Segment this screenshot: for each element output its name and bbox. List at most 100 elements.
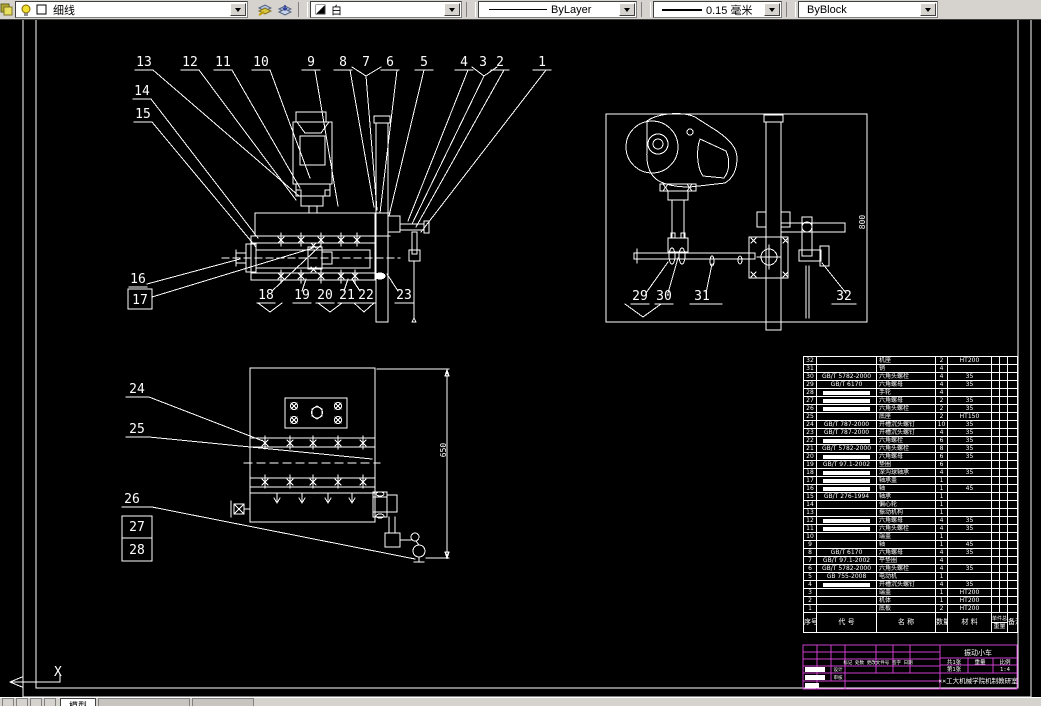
bom-header-name: 名 称 — [876, 612, 936, 633]
linetype-combo-arrow[interactable] — [619, 3, 635, 16]
callout-label: 3 — [479, 55, 487, 70]
bom-header-qty: 数量 — [935, 612, 948, 633]
bom-row: 6 GB/T 5782-2000 六角头螺栓 4 35 — [803, 564, 1018, 573]
tab-model[interactable]: 模型 — [60, 698, 97, 706]
bom-row: 28 手轮 4 — [803, 388, 1018, 397]
callout-label: 20 — [317, 288, 333, 303]
callout-label: 27 — [129, 520, 145, 535]
bom-row: 11 六角头螺栓 4 35 — [803, 524, 1018, 533]
titleblock-title: 振动小车 — [964, 648, 992, 657]
bom-row: 16 轴 1 45 — [803, 484, 1018, 493]
titleblock-left-row: 标记 处数 更改文件号 签字 日期 — [843, 659, 913, 666]
toolbar-separator — [298, 2, 308, 17]
bom-row: 10 端盖 1 — [803, 532, 1018, 541]
bom-header-material: 材 料 — [947, 612, 992, 633]
layer-name: 细线 — [53, 4, 75, 17]
previous-layer-button[interactable] — [274, 1, 294, 18]
titleblock-scale-value: 1:4 — [1000, 667, 1011, 673]
color-combo-arrow[interactable] — [444, 3, 460, 16]
bom-row: 13 振动机构 1 — [803, 508, 1018, 517]
toolbar-separator — [786, 2, 796, 17]
make-object-layer-current-button[interactable] — [254, 1, 274, 18]
bom-row: 23 GB/T 787-2000 开槽沉头螺钉 4 35 — [803, 428, 1018, 437]
bom-row: 17 轴承盖 1 — [803, 476, 1018, 485]
callout-label: 23 — [396, 288, 412, 303]
callout-label: 30 — [656, 289, 672, 304]
bom-row: 20 六角螺母 6 35 — [803, 452, 1018, 461]
plotstyle-combo-arrow[interactable] — [920, 3, 936, 16]
linetype-combo[interactable]: ByLayer — [478, 1, 637, 18]
tab-layout[interactable] — [98, 698, 191, 706]
bom-row: 31 销 4 — [803, 364, 1018, 373]
titleblock-scale-label: 比例 — [999, 658, 1011, 666]
linetype-sample — [489, 9, 547, 10]
titleblock-sheets: 共1张 — [947, 658, 962, 666]
bom-row: 1 底板 2 HT200 — [803, 604, 1018, 613]
bom-row: 29 GB/T 6170 六角螺母 4 35 — [803, 380, 1018, 389]
bom-row: 4 开槽沉头螺钉 4 35 — [803, 580, 1018, 589]
bom-row: 19 GB/T 97.1-2002 垫圈 6 — [803, 460, 1018, 469]
layer-combo[interactable]: 细线 — [15, 1, 248, 18]
bom-row: 21 GB/T 5782-2000 六角头螺栓 8 35 — [803, 444, 1018, 453]
titleblock-audit-label: 审核 — [834, 674, 843, 681]
callout-label: 9 — [307, 55, 315, 70]
side-view-callouts: 29 30 31 32 800 — [624, 215, 867, 318]
tab-nav-next-button[interactable] — [30, 698, 42, 706]
lineweight-sample — [662, 8, 702, 11]
bom-row: 9 轴 1 45 — [803, 540, 1018, 549]
tab-nav-prev-button[interactable] — [16, 698, 28, 706]
layout-tab-bar: 模型 — [0, 697, 1041, 706]
tab-nav-last-button[interactable] — [44, 698, 56, 706]
titleblock-design-label: 设计 — [834, 666, 843, 673]
tab-layout[interactable] — [192, 698, 255, 706]
titleblock-sheet-no: 第1张 — [947, 665, 962, 673]
bom-row: 32 机座 2 HT200 — [803, 356, 1018, 365]
properties-toolbar: 细线 白 ByLayer 0.15 毫米 ByBlock — [0, 0, 1041, 20]
make-layer-current-icon — [257, 3, 272, 16]
callout-label: 2 — [496, 55, 504, 70]
layer-combo-arrow[interactable] — [230, 3, 246, 16]
color-name: 白 — [331, 4, 342, 17]
layers-dialog-icon[interactable] — [0, 2, 13, 17]
top-view-height-dim: 650 — [439, 443, 448, 458]
layer-color-swatch-icon — [36, 4, 47, 15]
bom-header-remark: 备注 — [1007, 612, 1018, 633]
callout-label: 12 — [182, 55, 198, 70]
bom-row: 26 六角头螺栓 2 35 — [803, 404, 1018, 413]
callout-label: 25 — [129, 422, 145, 437]
bom-table: 32 机座 2 HT200 31 销 4 30 GB/T 5782-2000 六角头螺栓 4 35 29… — [803, 356, 1018, 633]
callout-underlines — [121, 396, 153, 508]
plotstyle-combo[interactable]: ByBlock — [798, 1, 938, 18]
bom-row: 8 GB/T 6170 六角螺母 4 35 — [803, 548, 1018, 557]
callout-label: 19 — [294, 288, 310, 303]
bom-row: 3 端盖 1 HT200 — [803, 588, 1018, 597]
callout-label: 21 — [339, 288, 355, 303]
callout-label: 14 — [134, 84, 150, 99]
color-combo[interactable]: 白 — [310, 1, 462, 18]
title-block: 振动小车 共1张 第1张 重量 比例 1:4 ××工大机械学院机制教研室 标记 … — [802, 644, 1018, 690]
bom-row: 7 GB/T 97.1-2002 平垫圈 4 — [803, 556, 1018, 565]
callout-label: 26 — [124, 492, 140, 507]
lineweight-combo[interactable]: 0.15 毫米 — [653, 1, 782, 18]
callout-label: 4 — [460, 55, 468, 70]
callout-label: 29 — [632, 289, 648, 304]
leader-lines — [645, 257, 847, 294]
color-swatch-icon — [315, 4, 326, 15]
lineweight-combo-arrow[interactable] — [764, 3, 780, 16]
bom-row: 5 GB 755-2008 电动机 1 — [803, 572, 1018, 581]
bom-row: 22 六角螺栓 6 35 — [803, 436, 1018, 445]
bom-header-code: 代 号 — [816, 612, 877, 633]
callout-label: 7 — [362, 55, 370, 70]
bom-row: 15 GB/T 276-1994 轴承 1 — [803, 492, 1018, 501]
bom-header-weight: 单件总计 重量 — [991, 612, 1008, 633]
drawing-canvas[interactable]: 13 12 11 10 9 8 7 6 5 4 3 2 1 14 15 16 1… — [0, 18, 1041, 698]
bom-row: 30 GB/T 5782-2000 六角头螺栓 4 35 — [803, 372, 1018, 381]
bom-row: 25 底座 2 HT150 — [803, 412, 1018, 421]
callout-label: 22 — [358, 288, 374, 303]
lineweight-value: 0.15 毫米 — [706, 4, 753, 17]
bom-row: 24 GB/T 787-2000 开槽沉头螺钉 10 35 — [803, 420, 1018, 429]
tab-nav-first-button[interactable] — [2, 698, 14, 706]
ucs-x-label: X — [54, 665, 62, 680]
bom-row: 14 偏心轮 1 — [803, 500, 1018, 509]
callout-label: 8 — [339, 55, 347, 70]
